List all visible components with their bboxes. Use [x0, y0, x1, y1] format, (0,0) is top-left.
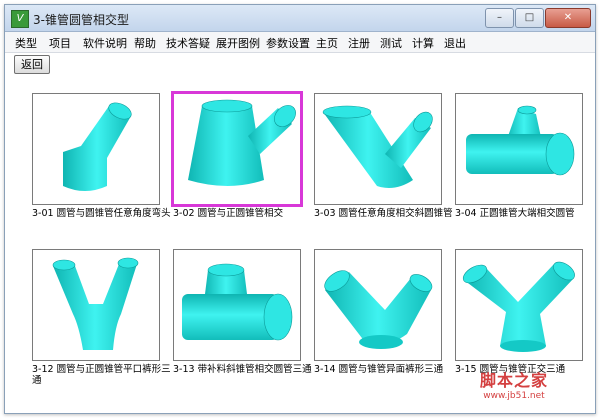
shape-thumbnail[interactable] [455, 249, 583, 361]
minimize-button[interactable]: – [485, 8, 514, 28]
title-bar[interactable]: V 3-锥管圆管相交型 – □ ✕ [5, 5, 595, 32]
shape-caption: 3-01 圆管与圆锥管任意角度弯头 [32, 208, 171, 219]
shape-caption: 3-02 圆管与正圆锥管相交 [173, 208, 284, 219]
menu-help[interactable]: 帮助 [134, 35, 156, 51]
maximize-button[interactable]: □ [515, 8, 544, 28]
menu-software-info[interactable]: 软件说明 [83, 35, 127, 51]
menu-bar: 类型 项目 软件说明 帮助 技术答疑 展开图例 参数设置 主页 注册 测试 计算… [5, 32, 595, 53]
watermark-title: 脚本之家 [479, 371, 548, 390]
menu-tech-qa[interactable]: 技术答疑 [166, 35, 210, 51]
shape-thumbnail[interactable] [173, 249, 301, 361]
menu-calculate[interactable]: 计算 [412, 35, 434, 51]
shape-thumbnail[interactable] [455, 93, 583, 205]
back-button[interactable]: 返回 [14, 55, 50, 74]
menu-test[interactable]: 测试 [380, 35, 402, 51]
shape-thumbnail-selected[interactable] [171, 91, 303, 207]
shape-grid: 3-01 圆管与圆锥管任意角度弯头 3-02 圆管与正圆锥管相交 3-03 圆管… [5, 77, 595, 413]
shape-caption: 3-12 圆管与正圆锥管平口裤形三通 [32, 364, 171, 386]
watermark-url: www.jb51.net [483, 391, 545, 401]
app-window: V 3-锥管圆管相交型 – □ ✕ 类型 项目 软件说明 帮助 技术答疑 展开图… [4, 4, 596, 414]
app-icon: V [11, 10, 29, 28]
shape-caption: 3-14 圆管与锥管异面裤形三通 [314, 364, 444, 375]
menu-register[interactable]: 注册 [348, 35, 370, 51]
watermark: 脚本之家 www.jb51.net [459, 367, 569, 401]
shape-caption: 3-13 带补料斜锥管相交圆管三通 [173, 364, 312, 375]
menu-unfold-examples[interactable]: 展开图例 [216, 35, 260, 51]
menu-parameters[interactable]: 参数设置 [266, 35, 310, 51]
shape-thumbnail[interactable] [314, 93, 442, 205]
shape-caption: 3-04 正圆锥管大端相交圆管 [455, 208, 575, 219]
menu-type[interactable]: 类型 [15, 35, 37, 51]
menu-home[interactable]: 主页 [316, 35, 338, 51]
shape-caption: 3-03 圆管任意角度相交斜圆锥管 [314, 208, 453, 219]
shape-thumbnail[interactable] [314, 249, 442, 361]
shape-thumbnail[interactable] [32, 249, 160, 361]
menu-exit[interactable]: 退出 [444, 35, 466, 51]
close-button[interactable]: ✕ [545, 8, 591, 28]
shape-thumbnail[interactable] [32, 93, 160, 205]
window-title: 3-锥管圆管相交型 [33, 13, 129, 27]
menu-project[interactable]: 项目 [49, 35, 71, 51]
